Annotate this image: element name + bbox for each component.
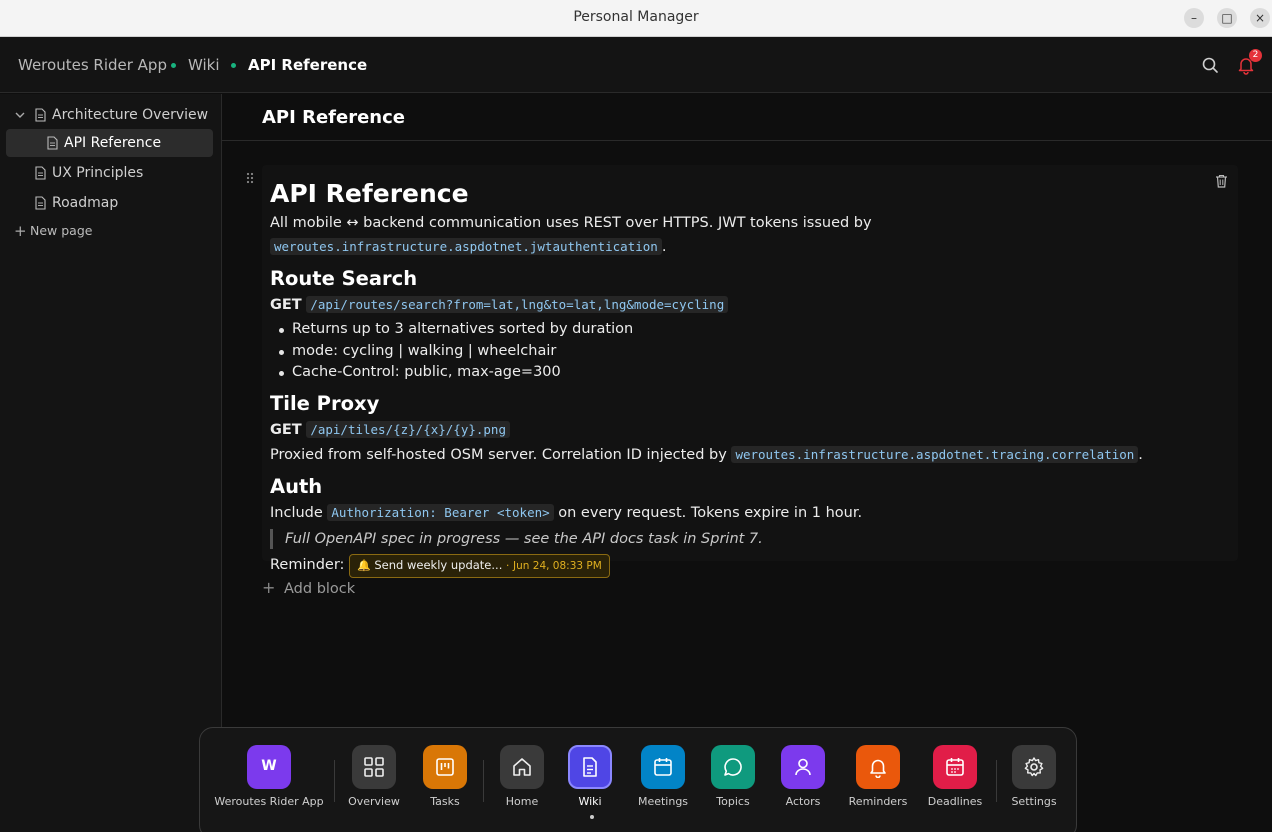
doc-intro: All mobile ↔ backend communication uses …: [270, 215, 872, 255]
notification-badge: 2: [1249, 49, 1262, 62]
bell-icon: [870, 759, 886, 778]
section-heading: Tile Proxy: [270, 391, 380, 415]
sidebar-item-label: Architecture Overview: [52, 107, 209, 123]
endpoint-code: /api/tiles/{z}/{x}/{y}.png: [306, 420, 510, 438]
gear-icon: [1024, 757, 1044, 777]
sidebar-item-api-reference[interactable]: API Reference: [6, 129, 213, 157]
content-block[interactable]: API Reference All mobile ↔ backend commu…: [262, 165, 1238, 578]
calendar-icon: [946, 758, 964, 776]
auth-suffix: on every request. Tokens expire in 1 hou…: [558, 504, 863, 521]
calendar-icon: [654, 758, 672, 776]
dock-label: Settings: [1011, 795, 1057, 808]
dock-meetings-button[interactable]: [641, 745, 685, 789]
section-heading: Route Search: [270, 267, 418, 290]
reminder-title: Send weekly update...: [374, 557, 503, 572]
grid-icon: [364, 757, 384, 777]
inline-code: Authorization: Bearer <token>: [327, 503, 554, 521]
minimize-button[interactable]: –: [1184, 8, 1204, 28]
close-button[interactable]: ×: [1250, 8, 1270, 28]
list-item: mode: cycling | walking | wheelchair: [274, 341, 1230, 363]
document-icon: [35, 166, 46, 180]
breadcrumb-project[interactable]: Weroutes Rider App: [18, 56, 167, 74]
doc-heading: API Reference: [270, 179, 469, 208]
add-block-label: Add block: [284, 581, 356, 597]
sidebar-item-label: UX Principles: [52, 165, 144, 181]
chevron-down-icon[interactable]: [14, 109, 26, 121]
project-initial: W: [261, 758, 277, 774]
drag-handle-icon[interactable]: [246, 172, 254, 184]
dock-wiki-button[interactable]: [568, 745, 612, 789]
breadcrumb-separator: [231, 63, 236, 68]
breadcrumb-wiki[interactable]: Wiki: [188, 56, 220, 74]
search-icon[interactable]: [1200, 55, 1220, 75]
reminder-label: Reminder:: [270, 556, 345, 573]
sidebar-item-roadmap[interactable]: Roadmap: [14, 189, 214, 217]
paragraph: Proxied from self-hosted OSM server. Cor…: [270, 445, 1143, 463]
document-body: API Reference All mobile ↔ backend commu…: [270, 179, 1230, 578]
reminder-line: Reminder: 🔔 Send weekly update... · Jun …: [270, 553, 1230, 578]
reminder-date: Jun 24, 08:33 PM: [513, 559, 602, 572]
bell-icon: 🔔: [357, 558, 371, 572]
inline-code: weroutes.infrastructure.aspdotnet.jwtaut…: [270, 238, 662, 255]
home-icon: [513, 758, 531, 776]
plus-icon: +: [14, 222, 27, 240]
dock-topics-button[interactable]: [711, 745, 755, 789]
window-title: Personal Manager: [573, 9, 699, 25]
endpoint-line: GET /api/tiles/{z}/{x}/{y}.png: [270, 418, 1230, 442]
breadcrumb-separator: [171, 63, 176, 68]
list-item: Cache-Control: public, max-age=300: [274, 362, 1230, 384]
new-page-button[interactable]: + New page: [14, 217, 214, 245]
chat-bubble-icon: [724, 758, 742, 776]
bullet-list: Returns up to 3 alternatives sorted by d…: [270, 319, 1230, 384]
reminder-chip[interactable]: 🔔 Send weekly update... · Jun 24, 08:33 …: [349, 553, 610, 578]
user-icon: [795, 758, 811, 776]
maximize-button[interactable]: □: [1217, 8, 1237, 28]
endpoint-line: GET /api/routes/search?from=lat,lng&to=l…: [270, 293, 1230, 317]
dock-project-button[interactable]: W: [247, 745, 291, 789]
active-indicator: [590, 815, 594, 819]
sidebar-item-architecture-overview[interactable]: Architecture Overview: [14, 101, 214, 129]
intro-text: All mobile ↔ backend communication uses …: [270, 215, 872, 231]
dock-overview-button[interactable]: [352, 745, 396, 789]
main-content: API Reference API Reference All mobile ↔…: [222, 94, 1272, 832]
sidebar-item-label: API Reference: [64, 135, 162, 151]
sidebar-item-ux-principles[interactable]: UX Principles: [14, 159, 214, 187]
page-title: API Reference: [262, 107, 405, 128]
add-block-button[interactable]: + Add block: [262, 578, 355, 597]
dock-actors-button[interactable]: [781, 745, 825, 789]
dock-reminders-button[interactable]: [856, 745, 900, 789]
inline-code: weroutes.infrastructure.aspdotnet.tracin…: [731, 445, 1139, 463]
endpoint-code: /api/routes/search?from=lat,lng&to=lat,l…: [306, 296, 729, 313]
plus-icon: +: [262, 578, 276, 597]
http-method: GET: [270, 297, 302, 313]
paragraph: Include Authorization: Bearer <token> on…: [270, 501, 1230, 525]
app-dock: W Weroutes Rider App Overview Tasks Home: [199, 727, 1077, 832]
document-icon: [35, 108, 46, 122]
divider: [222, 140, 1272, 141]
document-icon: [35, 196, 46, 210]
document-icon: [47, 136, 58, 150]
breadcrumb-current-page: API Reference: [248, 56, 368, 74]
dock-label: Weroutes Rider App: [214, 795, 324, 808]
sidebar-item-label: Roadmap: [52, 195, 119, 211]
auth-prefix: Include: [270, 504, 323, 521]
window-titlebar: Personal Manager – □ ×: [0, 0, 1272, 37]
http-method: GET: [270, 421, 302, 438]
document-icon: [583, 757, 597, 777]
dock-deadlines-button[interactable]: [933, 745, 977, 789]
blockquote: Full OpenAPI spec in progress — see the …: [270, 528, 1230, 549]
dock-tasks-button[interactable]: [423, 745, 467, 789]
paragraph-text: Proxied from self-hosted OSM server. Cor…: [270, 446, 727, 463]
dock-home-button[interactable]: [500, 745, 544, 789]
list-item: Returns up to 3 alternatives sorted by d…: [274, 319, 1230, 341]
wiki-sidebar: Architecture Overview API Reference UX P…: [0, 94, 222, 832]
dock-settings-button[interactable]: [1012, 745, 1056, 789]
app-header: Weroutes Rider App Wiki API Reference: [0, 37, 1272, 93]
new-page-label: New page: [30, 223, 93, 238]
section-heading: Auth: [270, 474, 323, 498]
kanban-icon: [436, 758, 454, 776]
